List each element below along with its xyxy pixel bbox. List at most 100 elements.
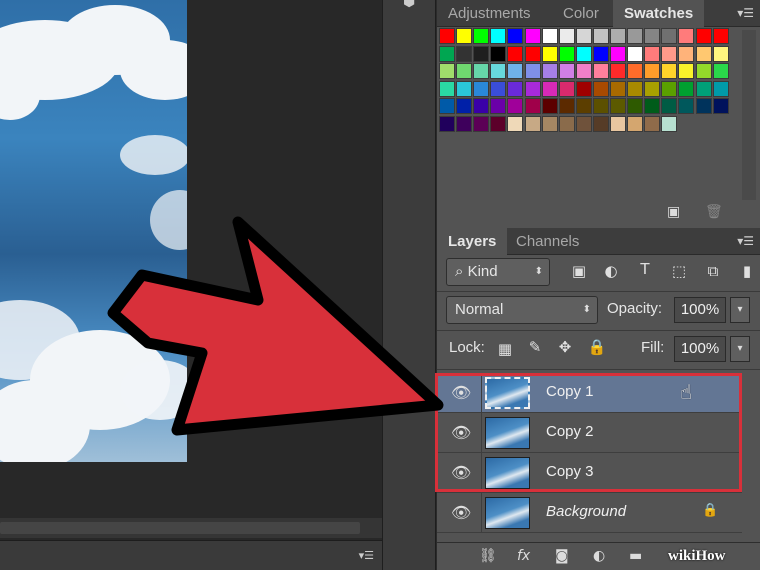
swatch[interactable] xyxy=(678,98,695,115)
swatch[interactable] xyxy=(644,28,661,44)
layer-name[interactable]: Copy 3 xyxy=(546,463,594,480)
fill-dropdown-button[interactable]: ▾ xyxy=(730,336,750,362)
swatch[interactable] xyxy=(507,80,524,97)
swatch[interactable] xyxy=(473,80,490,97)
layer-row-copy-2[interactable]: 👁 Copy 2 xyxy=(437,413,742,453)
eye-icon[interactable]: 👁 xyxy=(451,503,471,522)
swatch[interactable] xyxy=(507,98,524,115)
swatch[interactable] xyxy=(644,45,661,62)
swatch[interactable] xyxy=(456,45,473,62)
fill-input[interactable]: 100% xyxy=(674,336,726,362)
swatch[interactable] xyxy=(524,45,541,62)
swatch[interactable] xyxy=(627,28,644,44)
eye-icon[interactable]: 👁 xyxy=(451,423,471,442)
swatch[interactable] xyxy=(644,80,661,97)
swatch[interactable] xyxy=(627,98,644,115)
trash-icon[interactable]: 🗑 xyxy=(705,204,723,220)
swatch[interactable] xyxy=(541,63,558,80)
swatch[interactable] xyxy=(661,63,678,80)
swatch[interactable] xyxy=(541,98,558,115)
cube-icon[interactable]: ⬢ xyxy=(403,0,419,10)
lock-all-icon[interactable]: 🔒 xyxy=(587,338,607,356)
swatch[interactable] xyxy=(627,116,644,132)
swatch[interactable] xyxy=(627,45,644,62)
swatch[interactable] xyxy=(456,116,473,132)
swatch[interactable] xyxy=(575,98,592,115)
swatch[interactable] xyxy=(473,116,490,132)
swatch[interactable] xyxy=(558,28,575,44)
swatch[interactable] xyxy=(678,45,695,62)
swatch[interactable] xyxy=(644,116,661,132)
swatch[interactable] xyxy=(524,28,541,44)
swatch[interactable] xyxy=(439,45,455,62)
swatch[interactable] xyxy=(490,45,507,62)
swatch[interactable] xyxy=(541,116,558,132)
swatch[interactable] xyxy=(507,63,524,80)
lock-transparency-icon[interactable]: ▦ xyxy=(495,340,515,358)
swatch[interactable] xyxy=(575,28,592,44)
swatch[interactable] xyxy=(592,98,609,115)
swatch[interactable] xyxy=(610,116,626,132)
swatch[interactable] xyxy=(678,28,695,44)
lock-position-icon[interactable]: ✥ xyxy=(555,338,575,356)
swatch[interactable] xyxy=(524,63,541,80)
swatch[interactable] xyxy=(524,80,541,97)
lock-brush-icon[interactable]: ✎ xyxy=(525,338,545,356)
swatch[interactable] xyxy=(490,116,507,132)
swatch[interactable] xyxy=(456,98,473,115)
swatch[interactable] xyxy=(644,63,661,80)
swatch[interactable] xyxy=(610,45,626,62)
adjustment-layer-icon[interactable]: ◐ xyxy=(593,548,605,564)
swatch[interactable] xyxy=(610,63,626,80)
eye-icon[interactable]: 👁 xyxy=(451,383,471,402)
swatch[interactable] xyxy=(661,45,678,62)
filter-smartobject-icon[interactable]: ⧉ xyxy=(703,262,723,280)
mask-icon[interactable]: ◙ xyxy=(555,548,569,564)
layer-row-copy-3[interactable]: 👁 Copy 3 xyxy=(437,453,742,493)
swatch[interactable] xyxy=(592,28,609,44)
swatch[interactable] xyxy=(507,45,524,62)
tab-adjustments[interactable]: Adjustments xyxy=(437,0,542,27)
swatch[interactable] xyxy=(541,28,558,44)
swatch[interactable] xyxy=(712,80,729,97)
filter-adjustment-icon[interactable]: ◐ xyxy=(601,262,621,280)
swatch[interactable] xyxy=(490,98,507,115)
swatch[interactable] xyxy=(490,28,507,44)
swatch[interactable] xyxy=(524,98,541,115)
swatch[interactable] xyxy=(439,98,455,115)
swatch[interactable] xyxy=(575,116,592,132)
swatch[interactable] xyxy=(507,116,524,132)
swatch[interactable] xyxy=(473,45,490,62)
swatch[interactable] xyxy=(439,63,455,80)
swatch[interactable] xyxy=(541,45,558,62)
folder-icon[interactable]: ▬ xyxy=(629,548,642,564)
swatches-scrollbar[interactable] xyxy=(742,30,756,200)
filter-shape-icon[interactable]: ⬚ xyxy=(669,262,689,280)
swatch[interactable] xyxy=(558,116,575,132)
swatch[interactable] xyxy=(644,98,661,115)
swatch[interactable] xyxy=(695,45,712,62)
swatch[interactable] xyxy=(610,28,626,44)
swatch[interactable] xyxy=(575,45,592,62)
swatch[interactable] xyxy=(610,80,626,97)
swatch[interactable] xyxy=(695,80,712,97)
swatch[interactable] xyxy=(456,28,473,44)
swatch[interactable] xyxy=(439,116,455,132)
swatch[interactable] xyxy=(678,80,695,97)
swatch[interactable] xyxy=(490,80,507,97)
swatch[interactable] xyxy=(439,80,455,97)
swatch[interactable] xyxy=(473,98,490,115)
eye-icon[interactable]: 👁 xyxy=(451,463,471,482)
layer-name[interactable]: Copy 2 xyxy=(546,423,594,440)
swatch[interactable] xyxy=(575,80,592,97)
layer-row-copy-1[interactable]: 👁 Copy 1 xyxy=(437,373,742,413)
swatch[interactable] xyxy=(627,63,644,80)
opacity-dropdown-button[interactable]: ▾ xyxy=(730,297,750,323)
swatch[interactable] xyxy=(695,28,712,44)
swatch[interactable] xyxy=(678,63,695,80)
swatch[interactable] xyxy=(473,63,490,80)
tab-channels[interactable]: Channels xyxy=(505,228,590,255)
swatch[interactable] xyxy=(456,63,473,80)
swatch[interactable] xyxy=(661,28,678,44)
swatch[interactable] xyxy=(661,98,678,115)
